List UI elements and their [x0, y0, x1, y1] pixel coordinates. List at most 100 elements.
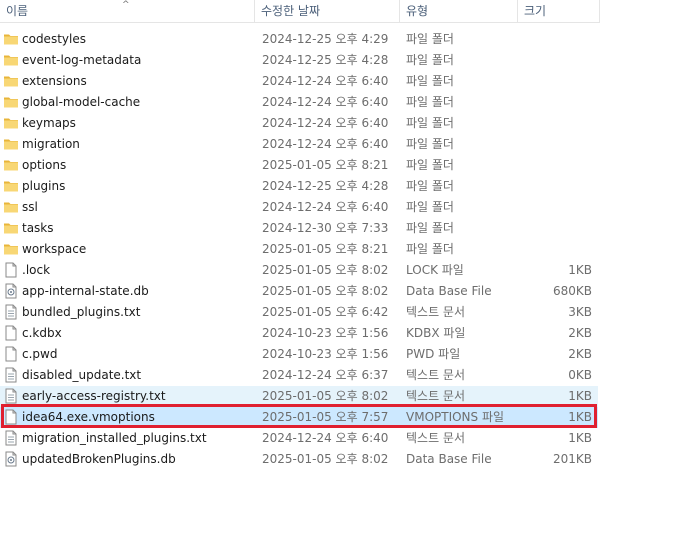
file-size [518, 29, 592, 50]
file-name: c.kdbx [22, 326, 62, 340]
file-explorer: 이름 ^ 수정한 날짜 유형 크기 codestyles 2024-12-25 오… [0, 0, 700, 536]
file-date: 2024-12-24 오후 6:40 [262, 95, 389, 109]
file-type: LOCK 파일 [406, 263, 464, 277]
file-date: 2024-12-25 오후 4:29 [262, 32, 389, 46]
file-row[interactable]: global-model-cache 2024-12-24 오후 6:40 파일 폴… [0, 92, 598, 113]
file-row[interactable]: updatedBrokenPlugins.db 2025-01-05 오후 8:0… [0, 449, 598, 470]
file-date: 2024-12-24 오후 6:40 [262, 137, 389, 151]
file-type: 파일 폴더 [406, 242, 454, 256]
file-name: options [22, 158, 67, 172]
file-type: 텍스트 문서 [406, 389, 466, 403]
file-type: KDBX 파일 [406, 326, 466, 340]
column-header-date[interactable]: 수정한 날짜 [255, 0, 400, 22]
column-header-bar: 이름 ^ 수정한 날짜 유형 크기 [0, 0, 600, 23]
file-size [518, 155, 592, 176]
file-type: 파일 폴더 [406, 137, 454, 151]
file-row[interactable]: .lock 2025-01-05 오후 8:02 LOCK 파일 1KB [0, 260, 598, 281]
folder-icon [3, 115, 19, 131]
file-name: .lock [22, 263, 51, 277]
file-type: 파일 폴더 [406, 32, 454, 46]
file-row[interactable]: c.kdbx 2024-10-23 오후 1:56 KDBX 파일 2KB [0, 323, 598, 344]
file-type: Data Base File [406, 452, 492, 466]
text-file-icon [3, 388, 19, 404]
file-date: 2024-12-24 오후 6:40 [262, 431, 389, 445]
database-file-icon [3, 451, 19, 467]
file-name: migration_installed_plugins.txt [22, 431, 207, 445]
file-row[interactable]: workspace 2025-01-05 오후 8:21 파일 폴더 [0, 239, 598, 260]
file-date: 2025-01-05 오후 8:02 [262, 284, 389, 298]
file-name: c.pwd [22, 347, 58, 361]
file-row[interactable]: extensions 2024-12-24 오후 6:40 파일 폴더 [0, 71, 598, 92]
file-row[interactable]: disabled_update.txt 2024-12-24 오후 6:37 텍스트… [0, 365, 598, 386]
file-size: 1KB [568, 263, 592, 277]
file-row[interactable]: event-log-metadata 2024-12-25 오후 4:28 파일 폴… [0, 50, 598, 71]
column-header-size[interactable]: 크기 [518, 0, 600, 22]
folder-icon [3, 31, 19, 47]
file-size: 2KB [568, 326, 592, 340]
file-date: 2025-01-05 오후 8:02 [262, 263, 389, 277]
file-date: 2024-12-24 오후 6:40 [262, 116, 389, 130]
file-row[interactable]: options 2025-01-05 오후 8:21 파일 폴더 [0, 155, 598, 176]
file-date: 2024-12-25 오후 4:28 [262, 53, 389, 67]
file-row[interactable]: app-internal-state.db 2025-01-05 오후 8:02 D… [0, 281, 598, 302]
file-row[interactable]: idea64.exe.vmoptions 2025-01-05 오후 7:57 VM… [0, 407, 598, 428]
file-name: early-access-registry.txt [22, 389, 166, 403]
file-row[interactable]: ssl 2024-12-24 오후 6:40 파일 폴더 [0, 197, 598, 218]
file-date: 2024-10-23 오후 1:56 [262, 326, 389, 340]
file-date: 2024-12-24 오후 6:37 [262, 368, 389, 382]
file-name: ssl [22, 200, 38, 214]
file-date: 2024-12-30 오후 7:33 [262, 221, 389, 235]
column-header-name[interactable]: 이름 ^ [0, 0, 255, 22]
file-row[interactable]: migration_installed_plugins.txt 2024-12-2… [0, 428, 598, 449]
file-name: migration [22, 137, 80, 151]
file-date: 2025-01-05 오후 8:02 [262, 389, 389, 403]
file-row[interactable]: bundled_plugins.txt 2025-01-05 오후 6:42 텍스트… [0, 302, 598, 323]
file-type: 파일 폴더 [406, 158, 454, 172]
file-type: 파일 폴더 [406, 74, 454, 88]
file-row[interactable]: codestyles 2024-12-25 오후 4:29 파일 폴더 [0, 29, 598, 50]
file-type: 텍스트 문서 [406, 431, 466, 445]
column-header-name-label: 이름 [6, 4, 29, 18]
file-name: workspace [22, 242, 87, 256]
file-date: 2025-01-05 오후 8:02 [262, 452, 389, 466]
file-type: PWD 파일 [406, 347, 461, 361]
file-type: VMOPTIONS 파일 [406, 410, 505, 424]
column-header-type[interactable]: 유형 [400, 0, 518, 22]
file-row[interactable]: tasks 2024-12-30 오후 7:33 파일 폴더 [0, 218, 598, 239]
file-icon [3, 325, 19, 341]
text-file-icon [3, 367, 19, 383]
file-name: disabled_update.txt [22, 368, 142, 382]
folder-icon [3, 241, 19, 257]
folder-icon [3, 178, 19, 194]
file-size [518, 218, 592, 239]
file-row[interactable]: migration 2024-12-24 오후 6:40 파일 폴더 [0, 134, 598, 155]
file-row[interactable]: early-access-registry.txt 2025-01-05 오후 8… [0, 386, 598, 407]
file-type: 파일 폴더 [406, 179, 454, 193]
folder-icon [3, 94, 19, 110]
file-size [518, 113, 592, 134]
file-size: 1KB [568, 389, 592, 403]
file-date: 2024-12-24 오후 6:40 [262, 200, 389, 214]
file-size: 2KB [568, 347, 592, 361]
text-file-icon [3, 304, 19, 320]
folder-icon [3, 199, 19, 215]
file-size [518, 197, 592, 218]
file-row[interactable]: plugins 2024-12-25 오후 4:28 파일 폴더 [0, 176, 598, 197]
file-date: 2024-12-25 오후 4:28 [262, 179, 389, 193]
file-type: 파일 폴더 [406, 53, 454, 67]
file-type: Data Base File [406, 284, 492, 298]
file-size: 1KB [568, 431, 592, 445]
file-name: app-internal-state.db [22, 284, 149, 298]
file-name: keymaps [22, 116, 76, 130]
file-date: 2024-12-24 오후 6:40 [262, 74, 389, 88]
file-name: bundled_plugins.txt [22, 305, 141, 319]
file-type: 파일 폴더 [406, 221, 454, 235]
text-file-icon [3, 430, 19, 446]
file-size: 680KB [552, 284, 592, 298]
file-date: 2025-01-05 오후 8:21 [262, 242, 389, 256]
folder-icon [3, 136, 19, 152]
file-row[interactable]: c.pwd 2024-10-23 오후 1:56 PWD 파일 2KB [0, 344, 598, 365]
file-row[interactable]: keymaps 2024-12-24 오후 6:40 파일 폴더 [0, 113, 598, 134]
file-date: 2025-01-05 오후 7:57 [262, 410, 389, 424]
file-type: 파일 폴더 [406, 116, 454, 130]
